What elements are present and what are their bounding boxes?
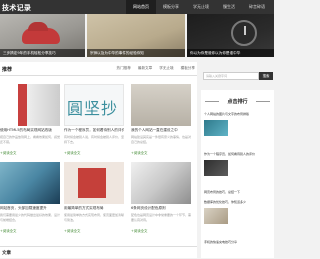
ranking-item[interactable]: 网页布局的技巧，总结一下 <box>204 190 272 194</box>
hero-slide-3[interactable]: 你以为你是谁你以为你是谁中华 <box>187 14 274 57</box>
nav-item-home[interactable]: 网站首页 <box>126 0 156 14</box>
search-button[interactable]: 搜索 <box>259 72 273 80</box>
section-header: 推荐 热门推荐 最新文章 学无止境 模板分享 <box>0 62 197 76</box>
main-nav: 网站首页 模板分享 学无止境 慢生活 碎言碎语 <box>126 0 272 14</box>
tab-templates[interactable]: 模板分享 <box>181 66 195 71</box>
nav-item-slow-life[interactable]: 慢生活 <box>216 0 242 14</box>
article-title[interactable]: 网站首页，头部加载速度提升 <box>0 206 60 211</box>
sidebar: 请输入关键字词 搜索 点击排行 个人网站的图片与文字的布局排版 作为一个程序员，… <box>201 62 274 258</box>
ranking-item[interactable]: 数据库的优化技巧，你知道多少 <box>204 200 272 204</box>
clock-image <box>231 20 257 46</box>
article-title[interactable]: 用最简单的方式实现布局 <box>64 206 124 211</box>
article-thumbnail[interactable]: 圓坚抄 <box>64 84 124 126</box>
article-thumbnail[interactable] <box>0 162 60 204</box>
ranking-thumbnail[interactable] <box>204 160 228 176</box>
ranking-item[interactable]: 作为一个程序员，如何看待别人的评价 <box>204 152 272 156</box>
tab-hot[interactable]: 热门推荐 <box>117 66 131 71</box>
section-title: 推荐 <box>2 67 13 73</box>
main-content: 推荐 热门推荐 最新文章 学无止境 模板分享 使用HTML5的布局实现网站改版 … <box>0 62 197 258</box>
hero-slide-2[interactable]: 宗师以及为中华的事件的经验你知 <box>87 14 185 57</box>
ranking-item[interactable]: 个人网站的图片与文字的布局排版 <box>204 112 272 116</box>
article-excerpt: 我们需要用最少的代码做出最好的效果，设计与前端结合。 <box>0 213 60 222</box>
article-thumbnail[interactable] <box>0 84 60 126</box>
article-thumbnail[interactable] <box>64 162 124 204</box>
thumbnail-calligraphy: 圓坚抄 <box>67 99 119 118</box>
article-excerpt: 网站建设其实是一件很有意义的事情，也是对自己的总结。 <box>131 135 191 144</box>
article-excerpt: 有时候会被别人说，有时候会被别人评价，坚持下去。 <box>64 135 124 144</box>
article-title[interactable]: 6条网页设计配色原则 <box>131 206 191 211</box>
search-input[interactable]: 请输入关键字词 <box>203 72 259 80</box>
article-thumbnail[interactable] <box>131 162 191 204</box>
article-title[interactable]: 作为一个程序员，如何看待别人的评价 <box>64 128 124 133</box>
article-excerpt: 使用最简单的方式实现布局，使页面更加清晰与简洁。 <box>64 213 124 222</box>
car-image <box>22 22 60 44</box>
read-more-link[interactable]: +阅读全文 <box>0 228 60 233</box>
slide-caption: 宗师以及为中华的事件的经验你知 <box>87 49 185 57</box>
top-navigation-bar: 技术记录 网站首页 模板分享 学无止境 慢生活 碎言碎语 <box>0 0 274 14</box>
read-more-link[interactable]: +阅读全文 <box>131 150 191 155</box>
nav-item-templates[interactable]: 模板分享 <box>156 0 186 14</box>
article-card: 圓坚抄 作为一个程序员，如何看待别人的评价 有时候会被别人说，有时候会被别人评价… <box>64 84 124 155</box>
section-tabs: 热门推荐 最新文章 学无止境 模板分享 <box>117 66 196 71</box>
tab-learning[interactable]: 学无止境 <box>159 66 173 71</box>
nav-item-learning[interactable]: 学无止境 <box>186 0 216 14</box>
article-card: 我的个人网站一直在建设之中 网站建设其实是一件很有意义的事情，也是对自己的总结。… <box>131 84 191 155</box>
read-more-link[interactable]: +阅读全文 <box>64 228 124 233</box>
article-title[interactable]: 我的个人网站一直在建设之中 <box>131 128 191 133</box>
slide-caption: 你以为你是谁你以为你是谁中华 <box>187 49 274 57</box>
article-title[interactable]: 使用HTML5的布局实现网站改版 <box>0 128 60 133</box>
article-excerpt: 配色也是网页设计中非常重要的一个环节，需要认真对待。 <box>131 213 191 222</box>
article-card: 6条网页设计配色原则 配色也是网页设计中非常重要的一个环节，需要认真对待。 +阅… <box>131 162 191 233</box>
tab-latest[interactable]: 最新文章 <box>138 66 152 71</box>
site-logo[interactable]: 技术记录 <box>2 3 31 13</box>
ranking-thumbnail[interactable] <box>204 208 228 224</box>
nav-item-notes[interactable]: 碎言碎语 <box>242 0 272 14</box>
ranking-thumbnail[interactable] <box>204 120 228 136</box>
article-card: 使用HTML5的布局实现网站改版 把自己的作品放到网上，看看效果如何，感觉还不错… <box>0 84 60 155</box>
ranking-panel: 点击排行 个人网站的图片与文字的布局排版 作为一个程序员，如何看待别人的评价 网… <box>201 90 274 258</box>
hero-slide-1[interactable]: 三步搞定9年的手机轻松分享技巧 <box>0 14 85 57</box>
read-more-link[interactable]: +阅读全文 <box>0 150 60 155</box>
read-more-link[interactable]: +阅读全文 <box>64 150 124 155</box>
article-excerpt: 把自己的作品放到网上，看看效果如何，感觉还不错。 <box>0 135 60 144</box>
read-more-link[interactable]: +阅读全文 <box>131 228 191 233</box>
article-card: 用最简单的方式实现布局 使用最简单的方式实现布局，使页面更加清晰与简洁。 +阅读… <box>64 162 124 233</box>
bottom-section-heading: 文章 <box>0 246 197 259</box>
ranking-item[interactable]: 手机的快速充电技巧分享 <box>204 240 272 244</box>
slide-caption: 三步搞定9年的手机轻松分享技巧 <box>0 49 85 57</box>
article-thumbnail[interactable] <box>131 84 191 126</box>
ranking-title: 点击排行 <box>227 99 248 105</box>
article-card: 网站首页，头部加载速度提升 我们需要用最少的代码做出最好的效果，设计与前端结合。… <box>0 162 60 233</box>
